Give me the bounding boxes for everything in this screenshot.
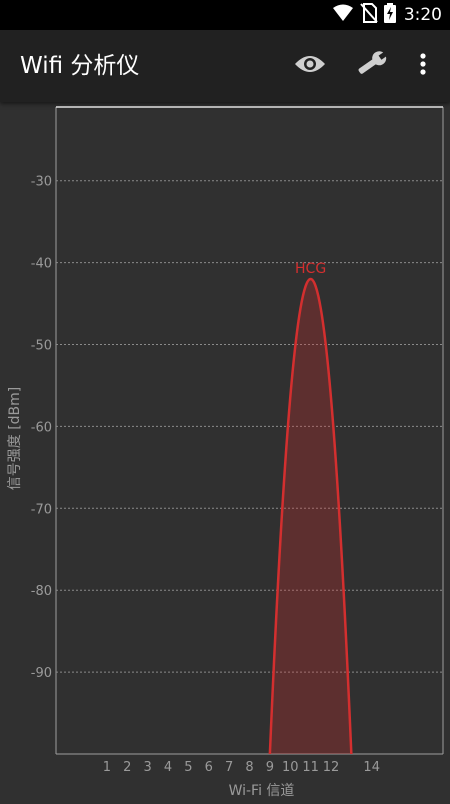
y-tick-label: -90 (31, 666, 52, 681)
x-tick-label: 2 (123, 760, 131, 775)
overflow-menu-button[interactable] (408, 30, 438, 102)
y-tick-label: -30 (31, 175, 52, 190)
x-tick-label: 10 (282, 760, 299, 775)
no-sim-icon (360, 3, 378, 27)
y-axis-label: 信号强度 [dBm] (7, 387, 23, 491)
ssid-label: HCG (295, 261, 326, 277)
tools-button[interactable] (348, 30, 394, 102)
x-tick-label: 8 (245, 760, 253, 775)
x-tick-label: 14 (363, 760, 380, 775)
y-tick-label: -60 (31, 420, 52, 435)
wifi-icon (332, 4, 354, 26)
status-bar: 3:20 (0, 0, 450, 30)
view-toggle-button[interactable] (288, 30, 332, 102)
x-tick-label: 5 (184, 760, 192, 775)
battery-charging-icon (383, 3, 396, 27)
y-tick-label: -80 (31, 584, 52, 599)
chart-area: -30 -40 -50 -60 -70 -80 -90 1 2 3 4 5 6 7 8 9 10 11 12 14 Wi… (0, 102, 450, 800)
eye-icon (294, 54, 326, 78)
status-icons: 3:20 (332, 0, 442, 30)
y-tick-label: -40 (31, 257, 52, 272)
channel-chart: -30-40-50-60-70-80-901 2 3 4 5 6 7 8 9 10 11 12 14Wi… (7, 106, 444, 799)
x-tick-label: 9 (266, 760, 274, 775)
x-tick-label: 11 (302, 760, 319, 775)
y-tick-label: -70 (31, 502, 52, 517)
app-bar: Wifi 分析仪 (0, 30, 450, 102)
x-axis-label: Wi-Fi 信道 (229, 783, 295, 799)
wrench-icon (353, 49, 389, 83)
y-tick-label: -50 (31, 339, 52, 354)
app-title: Wifi 分析仪 (20, 53, 140, 79)
x-tick-label: 6 (205, 760, 213, 775)
x-tick-label: 1 (103, 760, 111, 775)
overflow-menu-icon (420, 53, 426, 79)
x-tick-label: 7 (225, 760, 233, 775)
x-tick-label: 3 (144, 760, 152, 775)
x-tick-label: 4 (164, 760, 172, 775)
status-time: 3:20 (403, 5, 442, 25)
x-tick-label: 12 (323, 760, 340, 775)
